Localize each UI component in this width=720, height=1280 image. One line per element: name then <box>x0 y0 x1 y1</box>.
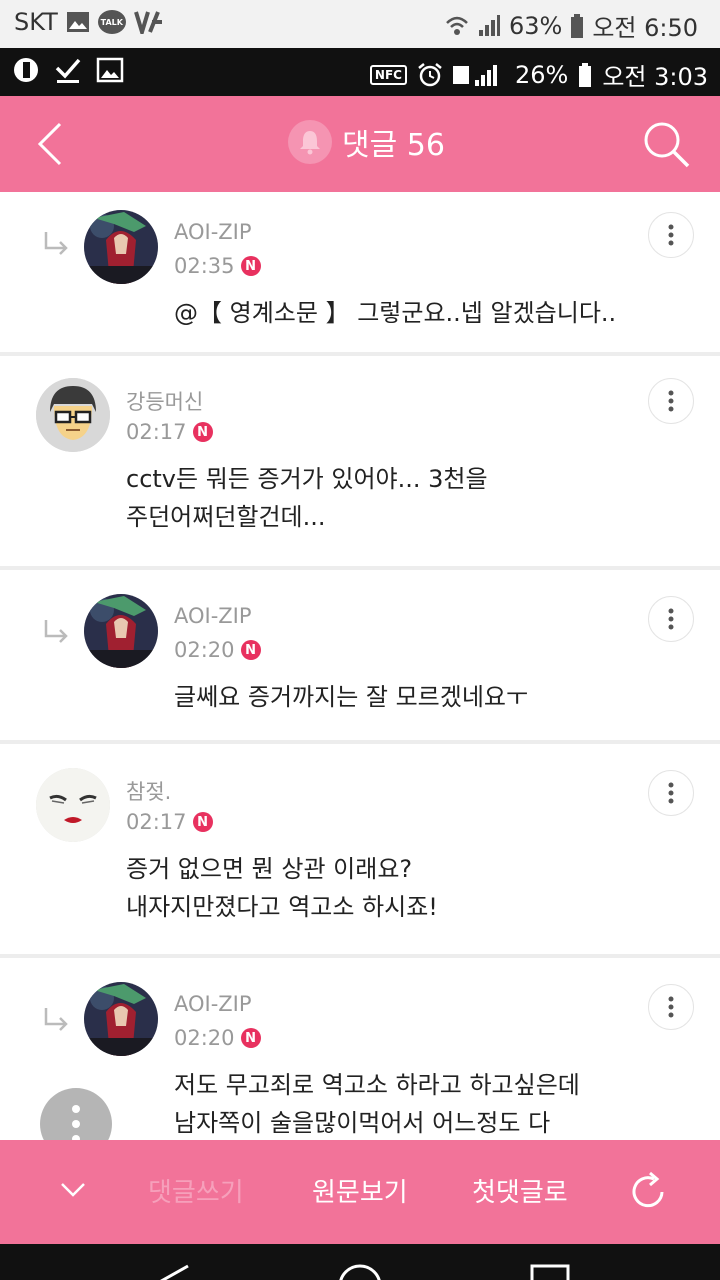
new-badge-icon: N <box>240 256 261 276</box>
reply-arrow-icon <box>44 1008 68 1031</box>
wifi-icon <box>446 16 468 35</box>
chevron-down-icon[interactable] <box>58 1178 88 1202</box>
comment-list[interactable]: AOI-ZIP 02:35 N @【 영계소문 】 그렇군요..넵 알겠습니다.… <box>0 192 720 1140</box>
comment-author[interactable]: 강등머신 <box>126 386 203 416</box>
reply-arrow-icon <box>44 232 68 255</box>
more-options-button[interactable] <box>648 596 694 642</box>
system-nav-bar <box>0 1244 720 1280</box>
comment-time: 02:17 <box>126 420 187 444</box>
alarm-icon <box>418 62 442 86</box>
lte-signal-icon <box>452 64 497 86</box>
new-badge-icon: N <box>192 812 213 832</box>
title-group: 댓글 56 <box>288 120 445 164</box>
app-logo-icon <box>133 11 162 34</box>
image-icon <box>96 57 124 83</box>
vertical-dots-icon <box>72 1105 80 1143</box>
comment-line: 주던어쩌던할건데... <box>126 503 326 531</box>
comment-text: @【 영계소문 】 그렇군요..넵 알겠습니다.. <box>174 294 616 332</box>
comment-text: cctv든 뭐든 증거가 있어야... 3천을 주던어쩌던할건데... <box>126 460 488 536</box>
more-options-button[interactable] <box>648 212 694 258</box>
comment-item: 참젖. 02:17 N 증거 없으면 뭔 상관 이래요? 내자지만졌다고 역고소… <box>0 744 720 958</box>
bottom-action-bar: 댓글쓰기 원문보기 첫댓글로 <box>0 1140 720 1244</box>
bell-icon[interactable] <box>288 120 332 164</box>
first-comment-button[interactable]: 첫댓글로 <box>472 1172 568 1209</box>
comment-time: 02:35 <box>174 254 235 278</box>
more-options-button[interactable] <box>648 378 694 424</box>
write-comment-button[interactable]: 댓글쓰기 <box>148 1172 244 1209</box>
nav-back-icon[interactable] <box>150 1262 194 1280</box>
nfc-icon: NFC <box>369 64 407 85</box>
comment-time-row: 02:17 N <box>126 420 213 444</box>
comment-line: 남자쪽이 술을많이먹어서 어느정도 다 <box>174 1109 551 1137</box>
comment-time-row: 02:20 N <box>174 638 261 662</box>
outer-time: 오전 6:50 <box>592 14 698 42</box>
comment-line: 글쎄요 증거까지는 잘 모르겠네요ㅜ <box>174 683 529 711</box>
comment-line: 증거 없으면 뭔 상관 이래요? <box>126 855 413 883</box>
avatar[interactable] <box>84 982 158 1056</box>
gallery-icon <box>66 12 89 32</box>
battery-percent: 63% <box>508 11 563 40</box>
new-badge-icon: N <box>240 640 261 660</box>
download-check-icon <box>55 58 81 83</box>
comment-author[interactable]: 참젖. <box>126 776 171 806</box>
comment-text: 증거 없으면 뭔 상관 이래요? 내자지만졌다고 역고소 하시죠! <box>126 850 438 926</box>
comment-author[interactable]: AOI-ZIP <box>174 992 252 1016</box>
reply-arrow-icon <box>44 620 68 643</box>
comment-time-row: 02:35 N <box>174 254 261 278</box>
comment-line: 내자지만졌다고 역고소 하시죠! <box>126 893 438 921</box>
inner-time: 오전 3:03 <box>602 63 708 91</box>
battery-icon <box>571 13 584 38</box>
avatar[interactable] <box>36 768 110 842</box>
comment-line: @【 영계소문 】 그렇군요..넵 알겠습니다.. <box>174 299 617 327</box>
refresh-icon[interactable] <box>624 1168 672 1216</box>
new-badge-icon: N <box>240 1028 261 1048</box>
avatar[interactable] <box>84 594 158 668</box>
nav-recents-icon[interactable] <box>528 1262 572 1280</box>
comment-time-row: 02:17 N <box>126 810 213 834</box>
comment-time-row: 02:20 N <box>174 1026 261 1050</box>
comment-author[interactable]: AOI-ZIP <box>174 220 252 244</box>
view-original-button[interactable]: 원문보기 <box>312 1172 408 1209</box>
more-options-button[interactable] <box>648 770 694 816</box>
more-options-button[interactable] <box>648 984 694 1030</box>
search-icon[interactable] <box>640 118 692 170</box>
nav-home-icon[interactable] <box>336 1262 384 1280</box>
comment-item: 강등머신 02:17 N cctv든 뭐든 증거가 있어야... 3천을 주던어… <box>0 356 720 570</box>
app-circle-icon <box>14 58 38 82</box>
comment-author[interactable]: AOI-ZIP <box>174 604 252 628</box>
inner-status-bar: NFC 26% 오전 3:03 <box>0 48 720 96</box>
page-title: 댓글 56 <box>342 128 445 163</box>
comment-text: 글쎄요 증거까지는 잘 모르겠네요ㅜ <box>174 678 528 716</box>
avatar[interactable] <box>84 210 158 284</box>
app-bar: 댓글 56 <box>0 96 720 192</box>
comment-time: 02:17 <box>126 810 187 834</box>
comment-item: AOI-ZIP 02:35 N @【 영계소문 】 그렇군요..넵 알겠습니다.… <box>0 192 720 356</box>
comment-line: cctv든 뭐든 증거가 있어야... 3천을 <box>126 465 488 493</box>
comment-item: AOI-ZIP 02:20 N 글쎄요 증거까지는 잘 모르겠네요ㅜ <box>0 570 720 744</box>
comment-line: 저도 무고죄로 역고소 하라고 하고싶은데 <box>174 1071 580 1099</box>
comment-time: 02:20 <box>174 638 235 662</box>
inner-battery-percent: 26% <box>514 60 569 89</box>
signal-icon <box>478 14 500 36</box>
comment-text: 저도 무고죄로 역고소 하라고 하고싶은데 남자쪽이 술을많이먹어서 어느정도 … <box>174 1066 580 1140</box>
comment-time: 02:20 <box>174 1026 235 1050</box>
back-arrow-icon[interactable] <box>30 120 70 168</box>
talk-icon: TALK <box>97 10 126 34</box>
avatar[interactable] <box>36 378 110 452</box>
inner-battery-icon <box>579 62 592 87</box>
outer-status-bar: SKT TALK 63% 오전 6:50 <box>0 0 720 48</box>
carrier-label: SKT <box>14 8 58 36</box>
new-badge-icon: N <box>192 422 213 442</box>
